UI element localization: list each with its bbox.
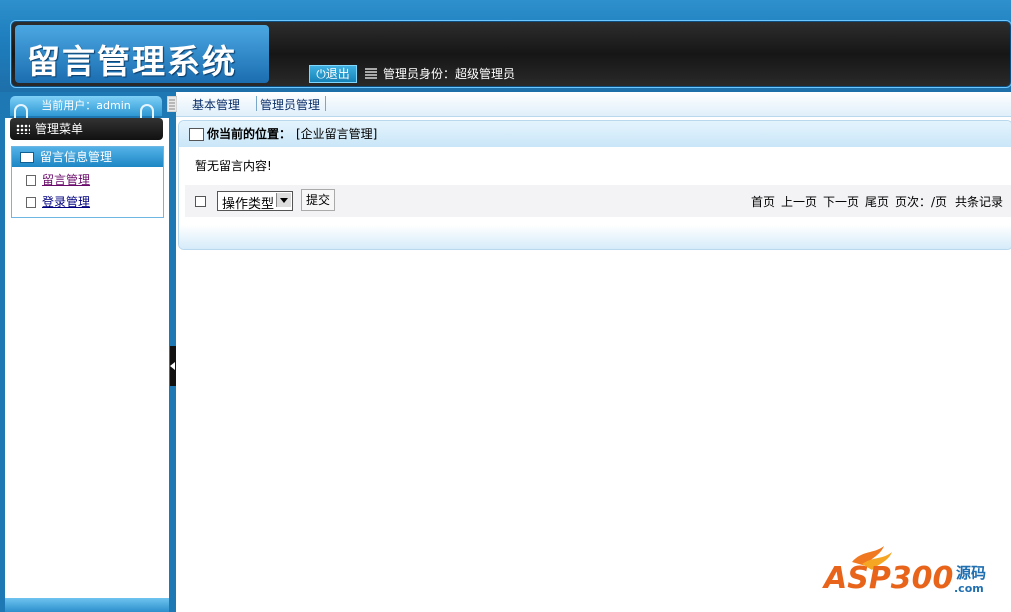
pager-first-link[interactable]: 首页 [751,193,775,210]
logo-cn-text: 源码 [956,564,986,582]
page-icon [26,175,36,186]
hook-icon [14,104,28,118]
logo-brand-text: ASP300 [822,561,953,596]
chevron-down-icon [276,193,291,207]
sidebar-item-login-manage: 登录管理 [26,193,156,211]
book-icon [20,152,34,163]
document-icon [189,128,204,141]
sidebar-panel: 管理菜单 留言信息管理 留言管理 登录管理 [5,118,169,598]
header-bar: 留言管理系统 ⏻退出 管理员身份：超级管理员 [10,20,1011,88]
sidebar-link-login-manage[interactable]: 登录管理 [42,193,90,211]
location-value: [企业留言管理] [296,127,378,141]
menu-group-header[interactable]: 留言信息管理 [12,147,163,167]
content-panel: 你当前的位置： [企业留言管理] 暂无留言内容! 操作类型 提交 首页 上一页 … [178,120,1011,250]
location-label: 你当前的位置： [207,127,292,141]
logout-label: 退出 [325,67,350,81]
menu-title: 管理菜单 [35,122,84,136]
pager-total-records: 共条记录 [955,195,1004,209]
logout-button[interactable]: ⏻退出 [309,65,357,83]
pager-next-link[interactable]: 下一页 [823,193,859,210]
action-toolbar: 操作类型 提交 首页 上一页 下一页 尾页 页次：/页 共条记录 [185,185,1011,217]
tab-divider [325,96,326,111]
menu-header: 管理菜单 [10,118,163,140]
tab-basic-manage[interactable]: 基本管理 [192,96,240,113]
power-icon: ⏻ [316,67,326,81]
submit-button[interactable]: 提交 [301,189,335,211]
top-nav: 基本管理 管理员管理 [167,92,1011,117]
select-all-checkbox[interactable] [195,196,206,207]
top-header: 留言管理系统 ⏻退出 管理员身份：超级管理员 [0,0,1011,92]
tab-admin-manage[interactable]: 管理员管理 [260,96,320,113]
app-title: 留言管理系统 [27,42,237,81]
admin-role-text: 管理员身份：超级管理员 [383,67,516,81]
sidebar-footer [5,598,169,612]
page-icon [26,197,36,208]
menu-group: 留言信息管理 留言管理 登录管理 [11,146,164,218]
grip-icon [167,96,177,112]
pager-last-link[interactable]: 尾页 [865,193,889,210]
logo-domain-text: .com [954,582,984,595]
logo-area: 留言管理系统 [15,25,269,83]
action-type-select[interactable]: 操作类型 [217,191,293,212]
list-icon [365,68,377,79]
tab-divider [256,96,257,111]
current-user-text: 当前用户：admin [41,99,131,112]
breadcrumb: 你当前的位置： [企业留言管理] [179,121,1011,147]
pager-prev-link[interactable]: 上一页 [781,193,817,210]
action-type-value: 操作类型 [222,197,275,212]
sidebar-collapse-handle[interactable] [170,346,176,386]
pager-page-info: 页次：/页 [895,195,948,209]
sidebar: 当前用户：admin 管理菜单 留言信息管理 留言管理 登录管理 [0,92,176,612]
sidebar-link-message-manage[interactable]: 留言管理 [42,171,90,189]
panel-footer [179,225,1011,249]
menu-group-title: 留言信息管理 [40,150,113,164]
grid-icon [16,124,30,134]
asp300-logo: ASP300 源码 .com [822,546,986,596]
sidebar-item-message-manage: 留言管理 [26,171,156,189]
empty-message: 暂无留言内容! [195,159,272,173]
hook-icon [140,104,154,118]
